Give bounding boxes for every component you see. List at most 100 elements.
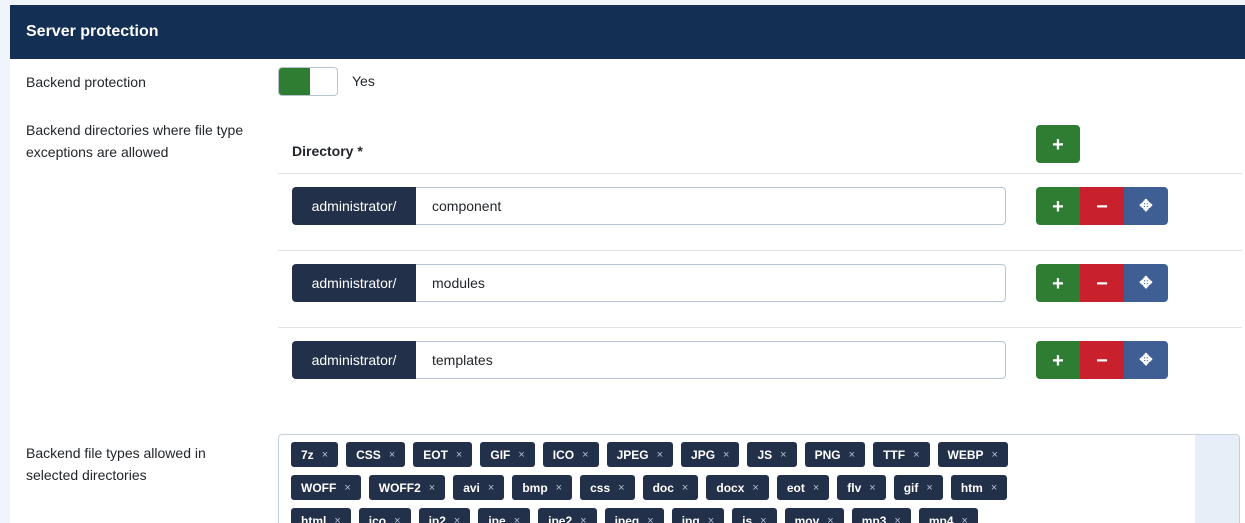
file-type-tag[interactable]: jpe ×: [478, 508, 531, 523]
remove-tag-icon[interactable]: ×: [752, 482, 758, 494]
file-type-tag[interactable]: avi ×: [453, 475, 505, 500]
remove-tag-icon[interactable]: ×: [488, 482, 494, 494]
remove-tag-icon[interactable]: ×: [580, 515, 586, 523]
directory-input[interactable]: [416, 341, 1006, 379]
file-type-tag-label: doc: [652, 480, 674, 495]
remove-tag-icon[interactable]: ×: [454, 515, 460, 523]
file-type-tag-label: jpg: [681, 513, 700, 523]
remove-tag-icon[interactable]: ×: [389, 449, 395, 461]
file-type-tag-label: docx: [716, 480, 745, 495]
remove-tag-icon[interactable]: ×: [926, 482, 932, 494]
remove-tag-icon[interactable]: ×: [849, 449, 855, 461]
file-type-tag[interactable]: mp3 ×: [851, 508, 911, 523]
remove-tag-icon[interactable]: ×: [708, 515, 714, 523]
file-type-tag[interactable]: JS ×: [747, 442, 797, 467]
remove-tag-icon[interactable]: ×: [556, 482, 562, 494]
remove-tag-icon[interactable]: ×: [394, 515, 400, 523]
minus-icon: −: [1096, 273, 1108, 295]
remove-tag-icon[interactable]: ×: [518, 449, 524, 461]
add-row-button[interactable]: +: [1036, 187, 1080, 225]
file-type-tag[interactable]: flv ×: [837, 475, 886, 500]
file-type-tag[interactable]: docx ×: [706, 475, 769, 500]
remove-tag-icon[interactable]: ×: [760, 515, 766, 523]
file-type-tag[interactable]: WEBP ×: [937, 442, 1008, 467]
move-row-button[interactable]: ✥: [1124, 341, 1168, 379]
file-type-tag[interactable]: jpe2 ×: [538, 508, 597, 523]
file-type-tag-label: PNG: [814, 447, 841, 462]
remove-tag-icon[interactable]: ×: [992, 449, 998, 461]
remove-tag-icon[interactable]: ×: [657, 449, 663, 461]
file-type-tag[interactable]: TTF ×: [873, 442, 930, 467]
remove-tag-icon[interactable]: ×: [723, 449, 729, 461]
file-types-tag-input[interactable]: 7z × CSS × EOT × GIF × ICO × JPEG × JPG × JS × PNG × TTF × W…: [278, 434, 1240, 523]
file-type-tag-label: eot: [786, 480, 805, 495]
file-type-tag[interactable]: css ×: [580, 475, 635, 500]
file-type-tag[interactable]: EOT ×: [413, 442, 473, 467]
remove-tag-icon[interactable]: ×: [913, 449, 919, 461]
remove-tag-icon[interactable]: ×: [514, 515, 520, 523]
add-row-button[interactable]: +: [1036, 264, 1080, 302]
file-type-tag[interactable]: ICO ×: [542, 442, 599, 467]
file-type-tag-label: ICO: [552, 447, 575, 462]
file-type-tag[interactable]: html ×: [291, 508, 351, 523]
remove-tag-icon[interactable]: ×: [894, 515, 900, 523]
remove-tag-icon[interactable]: ×: [618, 482, 624, 494]
file-type-tag[interactable]: doc ×: [642, 475, 699, 500]
backend-file-types-label: Backend file types allowed in selected d…: [26, 445, 206, 483]
file-type-tag[interactable]: htm ×: [950, 475, 1008, 500]
move-row-button[interactable]: ✥: [1124, 264, 1168, 302]
file-type-tag[interactable]: WOFF ×: [291, 475, 361, 500]
move-icon: ✥: [1139, 198, 1153, 215]
file-type-tag-label: jp2: [428, 513, 446, 523]
file-type-tag[interactable]: WOFF2 ×: [368, 475, 446, 500]
file-type-tag[interactable]: 7z ×: [291, 442, 339, 467]
file-type-tag[interactable]: mp4 ×: [918, 508, 978, 523]
file-type-tag-label: ico: [368, 513, 387, 523]
file-type-tag[interactable]: jp2 ×: [418, 508, 471, 523]
file-type-tag[interactable]: js ×: [732, 508, 777, 523]
file-type-tag[interactable]: CSS ×: [346, 442, 406, 467]
file-type-tag[interactable]: ico ×: [358, 508, 411, 523]
file-type-tag[interactable]: JPG ×: [681, 442, 740, 467]
file-type-tag[interactable]: bmp ×: [512, 475, 573, 500]
file-type-tag[interactable]: PNG ×: [804, 442, 866, 467]
remove-tag-icon[interactable]: ×: [322, 449, 328, 461]
remove-tag-icon[interactable]: ×: [344, 482, 350, 494]
file-type-tag-label: jpeg: [614, 513, 640, 523]
panel-title: Server protection: [10, 5, 1245, 59]
remove-row-button[interactable]: −: [1080, 264, 1124, 302]
remove-row-button[interactable]: −: [1080, 187, 1124, 225]
file-type-tag-label: htm: [960, 480, 983, 495]
file-type-tag[interactable]: GIF ×: [480, 442, 535, 467]
remove-tag-icon[interactable]: ×: [991, 482, 997, 494]
remove-tag-icon[interactable]: ×: [334, 515, 340, 523]
file-type-tag[interactable]: jpg ×: [671, 508, 725, 523]
add-row-button[interactable]: +: [1036, 341, 1080, 379]
remove-tag-icon[interactable]: ×: [429, 482, 435, 494]
remove-tag-icon[interactable]: ×: [647, 515, 653, 523]
remove-tag-icon[interactable]: ×: [780, 449, 786, 461]
file-type-tag[interactable]: jpeg ×: [604, 508, 664, 523]
remove-tag-icon[interactable]: ×: [582, 449, 588, 461]
remove-tag-icon[interactable]: ×: [869, 482, 875, 494]
remove-tag-icon[interactable]: ×: [682, 482, 688, 494]
tag-row: html × ico × jp2 × jpe × jpe2 × jpeg × jpg × js × mov × mp…: [291, 508, 1171, 523]
tag-input-scroll-strip[interactable]: [1195, 435, 1239, 523]
file-type-tag-label: gif: [903, 480, 919, 495]
add-directory-button[interactable]: +: [1036, 125, 1080, 163]
tag-row: 7z × CSS × EOT × GIF × ICO × JPEG × JPG × JS × PNG × TTF × W…: [291, 442, 1171, 467]
directory-input[interactable]: [416, 264, 1006, 302]
remove-tag-icon[interactable]: ×: [827, 515, 833, 523]
backend-protection-toggle[interactable]: [278, 67, 338, 96]
move-row-button[interactable]: ✥: [1124, 187, 1168, 225]
remove-tag-icon[interactable]: ×: [813, 482, 819, 494]
file-type-tag[interactable]: mov ×: [784, 508, 844, 523]
file-type-tag[interactable]: gif ×: [893, 475, 943, 500]
remove-tag-icon[interactable]: ×: [962, 515, 968, 523]
file-type-tag[interactable]: JPEG ×: [606, 442, 674, 467]
remove-row-button[interactable]: −: [1080, 341, 1124, 379]
file-type-tag[interactable]: eot ×: [776, 475, 830, 500]
directory-input[interactable]: [416, 187, 1006, 225]
tag-row: WOFF × WOFF2 × avi × bmp × css × doc × docx × eot × flv ×…: [291, 475, 1171, 500]
remove-tag-icon[interactable]: ×: [456, 449, 462, 461]
